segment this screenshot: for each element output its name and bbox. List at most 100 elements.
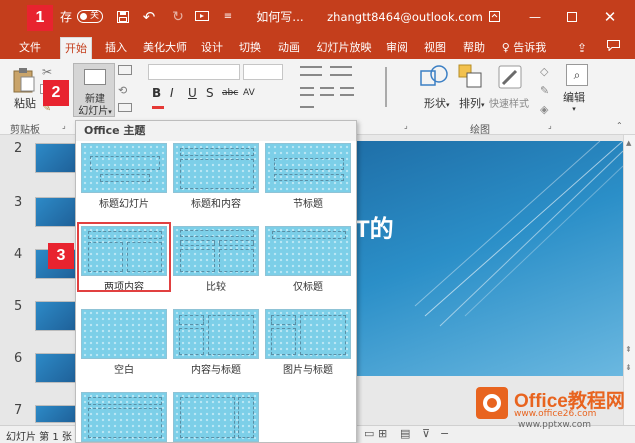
- slide-thumbnail[interactable]: [35, 301, 79, 331]
- bullets-icon[interactable]: [300, 66, 322, 76]
- shapes-label[interactable]: 形状▾: [424, 95, 450, 111]
- prev-slide-icon[interactable]: ⇞: [625, 345, 632, 354]
- layout-preview: [173, 392, 259, 442]
- layout-preview: [173, 309, 259, 359]
- arrange-icon[interactable]: [458, 64, 484, 92]
- tab-beautify[interactable]: 美化大师: [140, 37, 190, 59]
- tab-view[interactable]: 视图: [420, 37, 450, 59]
- arrange-label[interactable]: 排列▾: [459, 95, 485, 111]
- section-icon[interactable]: [118, 103, 132, 112]
- shape-effects-icon[interactable]: ◈: [540, 103, 548, 116]
- slide-thumbnail[interactable]: [35, 405, 79, 423]
- paste-icon[interactable]: [12, 67, 36, 93]
- layout-comparison[interactable]: 比较: [173, 226, 259, 293]
- font-color-icon[interactable]: [152, 106, 164, 109]
- layout-title-content[interactable]: 标题和内容: [173, 143, 259, 210]
- tab-insert[interactable]: 插入: [100, 37, 132, 59]
- quick-styles-label[interactable]: 快速样式: [489, 95, 529, 110]
- numbering-icon[interactable]: [330, 66, 352, 76]
- autosave-toggle[interactable]: 关: [76, 0, 104, 33]
- paste-label[interactable]: 粘贴: [14, 95, 36, 111]
- shadow-button[interactable]: S: [206, 86, 214, 100]
- new-slide-button[interactable]: 新建 幻灯片▾: [73, 63, 115, 117]
- placeholder: [180, 230, 254, 237]
- customize-qat-icon[interactable]: ≡: [222, 0, 234, 33]
- current-slide[interactable]: T的: [355, 141, 623, 376]
- tab-help[interactable]: 帮助: [458, 37, 490, 59]
- save-icon[interactable]: [115, 0, 131, 33]
- placeholder: [180, 249, 215, 272]
- tell-me[interactable]: ♀ 告诉我: [498, 37, 550, 59]
- char-spacing-button[interactable]: AV: [243, 88, 255, 98]
- quick-styles-icon[interactable]: [496, 64, 524, 92]
- layout-extra-2[interactable]: [173, 392, 259, 442]
- paragraph-launcher-icon[interactable]: ⌟: [404, 121, 408, 130]
- layout-extra-1[interactable]: [81, 392, 167, 442]
- strikethrough-button[interactable]: abc: [222, 88, 238, 98]
- cut-icon[interactable]: ✂: [42, 65, 52, 79]
- collapse-ribbon-icon[interactable]: ⌃: [616, 121, 623, 130]
- layout-title-only[interactable]: 仅标题: [265, 226, 351, 293]
- undo-icon[interactable]: ↶: [139, 0, 159, 33]
- toggle-switch[interactable]: 关: [77, 10, 103, 23]
- sorter-view-icon[interactable]: ⊞: [378, 427, 387, 440]
- layout-section-header[interactable]: 节标题: [265, 143, 351, 210]
- layout-picture-caption[interactable]: 图片与标题: [265, 309, 351, 376]
- comments-icon[interactable]: [603, 37, 623, 59]
- share-icon[interactable]: ⇪: [572, 37, 592, 59]
- comments-svg: [606, 40, 620, 52]
- normal-view-icon[interactable]: ▭: [364, 427, 374, 440]
- new-slide-label-text: 幻灯片: [78, 106, 109, 117]
- maximize-icon[interactable]: [565, 0, 579, 33]
- clipboard-launcher-icon[interactable]: ⌟: [62, 121, 66, 130]
- text-direction-icon[interactable]: [385, 67, 399, 107]
- next-slide-icon[interactable]: ⇟: [625, 363, 632, 372]
- bold-button[interactable]: B: [152, 86, 161, 100]
- slide-thumbnail[interactable]: [35, 197, 79, 227]
- dropdown-arrow-icon: ▾: [108, 108, 112, 116]
- tab-file[interactable]: 文件: [14, 37, 46, 59]
- reading-view-icon[interactable]: ▤: [400, 427, 410, 440]
- layout-preview: [265, 226, 351, 276]
- align-left-icon[interactable]: [300, 87, 314, 96]
- layout-icon[interactable]: [118, 65, 132, 75]
- reset-icon[interactable]: ⟲: [118, 84, 127, 97]
- layout-title-slide[interactable]: 标题幻灯片: [81, 143, 167, 210]
- new-slide-icon: [84, 69, 106, 85]
- layout-gallery: Office 主题 标题幻灯片 标题和内容 节标题 两项内容 比较 仅标题 空白…: [75, 120, 357, 443]
- underline-button[interactable]: U: [188, 86, 197, 100]
- present-icon[interactable]: [193, 0, 211, 33]
- zoom-out-icon[interactable]: −: [440, 427, 449, 440]
- shape-fill-icon[interactable]: ◇: [540, 65, 548, 78]
- layout-content-caption[interactable]: 内容与标题: [173, 309, 259, 376]
- slideshow-view-icon[interactable]: ⊽: [422, 427, 430, 440]
- new-slide-label-line1: 新建: [85, 94, 105, 105]
- tab-review[interactable]: 审阅: [382, 37, 412, 59]
- italic-button[interactable]: I: [170, 86, 174, 100]
- slide-title[interactable]: T的: [355, 209, 394, 244]
- find-icon[interactable]: ⌕: [566, 64, 588, 86]
- ribbon-display-icon[interactable]: [487, 0, 501, 33]
- tab-design[interactable]: 设计: [197, 37, 227, 59]
- close-icon[interactable]: ✕: [602, 0, 618, 33]
- align-center-icon[interactable]: [320, 87, 334, 96]
- editing-label[interactable]: 编辑 ▾: [563, 89, 585, 113]
- shape-outline-icon[interactable]: ✎: [540, 84, 549, 97]
- font-size-input[interactable]: [243, 64, 283, 80]
- align-right-icon[interactable]: [340, 87, 354, 96]
- slide-thumbnail[interactable]: [35, 143, 79, 173]
- minimize-icon[interactable]: —: [528, 0, 542, 33]
- slide-thumbnail[interactable]: [35, 353, 79, 383]
- tab-slideshow[interactable]: 幻灯片放映: [313, 37, 375, 59]
- tab-transitions[interactable]: 切换: [234, 37, 266, 59]
- scroll-up-icon[interactable]: ▲: [626, 139, 631, 147]
- tab-animations[interactable]: 动画: [273, 37, 305, 59]
- tab-home[interactable]: 开始: [60, 37, 92, 59]
- redo-icon[interactable]: ↻: [170, 0, 186, 33]
- layout-blank[interactable]: 空白: [81, 309, 167, 376]
- account-email[interactable]: zhangtt8464@outlook.com: [327, 0, 483, 33]
- font-name-input[interactable]: [148, 64, 240, 80]
- columns-icon[interactable]: [300, 106, 314, 114]
- drawing-launcher-icon[interactable]: ⌟: [548, 121, 552, 130]
- shapes-icon[interactable]: [420, 63, 450, 93]
